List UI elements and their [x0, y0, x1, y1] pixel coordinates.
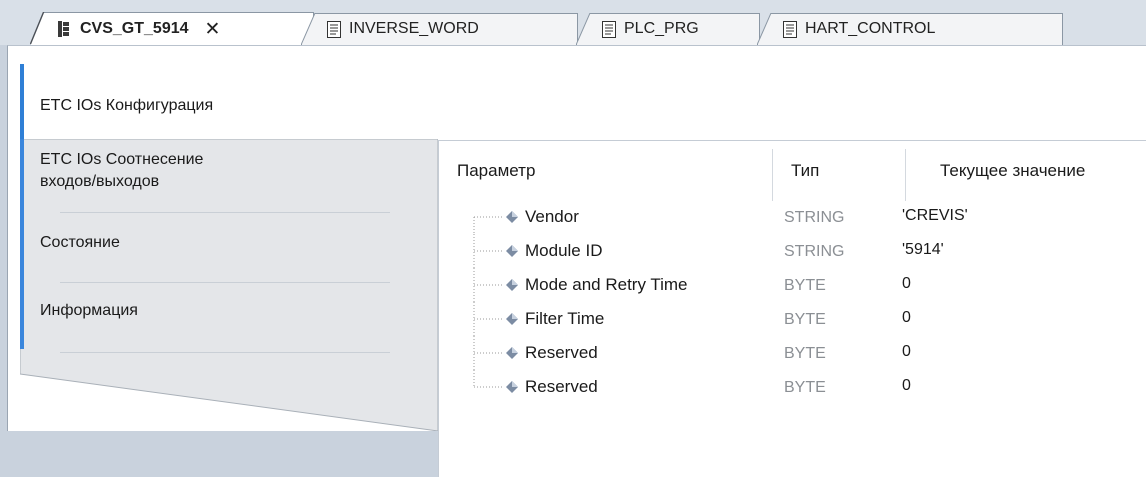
table-row[interactable]: Reserved BYTE 0: [439, 336, 1146, 370]
param-name: Reserved: [525, 377, 598, 396]
column-divider: [905, 149, 906, 201]
param-type: BYTE: [784, 345, 826, 362]
sidebar-item-label: Состояние: [40, 234, 120, 251]
table-row[interactable]: Vendor STRING 'CREVIS': [439, 200, 1146, 234]
tree-connector: [473, 370, 502, 388]
document-icon: [327, 20, 341, 38]
sidebar-item-io-mapping[interactable]: ETC IOs Соотнесение входов/выходов: [20, 139, 438, 214]
param-value[interactable]: 0: [902, 275, 911, 293]
column-header-parameter[interactable]: Параметр: [457, 161, 535, 181]
tab-label: CVS_GT_5914: [80, 20, 189, 37]
close-icon[interactable]: ✕: [205, 20, 221, 39]
sidebar-item-label: ETC IOs Конфигурация: [40, 97, 214, 114]
config-sidebar: ETC IOs Конфигурация ETC IOs Соотнесение…: [20, 64, 442, 431]
table-row[interactable]: Filter Time BYTE 0: [439, 302, 1146, 336]
parameter-icon: [506, 313, 518, 325]
column-divider: [772, 149, 773, 201]
tab-hart-control[interactable]: HART_CONTROL: [757, 13, 1063, 45]
table-row[interactable]: Mode and Retry Time BYTE 0: [439, 268, 1146, 302]
editor-tab-strip: CVS_GT_5914 ✕ INVERSE_WORD PLC_PRG HART_…: [0, 0, 1146, 46]
sidebar-item-label: входов/выходов: [40, 173, 160, 190]
document-icon: [602, 20, 616, 38]
sidebar-item-information[interactable]: Информация: [20, 284, 438, 349]
param-type: BYTE: [784, 277, 826, 294]
divider: [60, 212, 390, 213]
tree-connector: [473, 336, 502, 370]
tab-plc-prg[interactable]: PLC_PRG: [576, 13, 760, 45]
parameter-icon: [506, 381, 518, 393]
table-row[interactable]: Reserved BYTE 0: [439, 370, 1146, 404]
param-type: STRING: [784, 209, 845, 226]
param-name: Reserved: [525, 343, 598, 362]
param-value[interactable]: 0: [902, 309, 911, 327]
parameter-icon: [506, 279, 518, 291]
tree-connector: [473, 268, 502, 302]
parameter-icon: [506, 347, 518, 359]
tab-label: PLC_PRG: [624, 20, 699, 37]
param-value[interactable]: 0: [902, 377, 911, 395]
tab-label: HART_CONTROL: [805, 20, 936, 37]
param-value[interactable]: 'CREVIS': [902, 207, 968, 225]
column-header-value[interactable]: Текущее значение: [940, 161, 1085, 181]
sidebar-item-label: ETC IOs Соотнесение: [40, 151, 204, 168]
device-icon: [58, 21, 69, 37]
tab-inverse-word[interactable]: INVERSE_WORD: [301, 13, 578, 45]
tab-cvs-gt-5914[interactable]: CVS_GT_5914 ✕: [30, 12, 314, 46]
tree-connector: [473, 234, 502, 268]
table-row[interactable]: Module ID STRING '5914': [439, 234, 1146, 268]
column-header-type[interactable]: Тип: [791, 161, 819, 181]
param-name: Mode and Retry Time: [525, 275, 688, 294]
param-value[interactable]: '5914': [902, 241, 944, 259]
param-name: Filter Time: [525, 309, 605, 328]
param-name: Vendor: [525, 207, 579, 226]
tab-label: INVERSE_WORD: [349, 20, 479, 37]
divider: [60, 282, 390, 283]
param-type: BYTE: [784, 379, 826, 396]
sidebar-item-label: Информация: [40, 302, 138, 319]
param-type: BYTE: [784, 311, 826, 328]
param-value[interactable]: 0: [902, 343, 911, 361]
param-type: STRING: [784, 243, 845, 260]
sidebar-item-status[interactable]: Состояние: [20, 214, 438, 274]
document-icon: [783, 20, 797, 38]
parameter-icon: [506, 211, 518, 223]
param-name: Module ID: [525, 241, 603, 260]
tree-connector: [473, 216, 502, 234]
editor-panel: ETC IOs Конфигурация ETC IOs Соотнесение…: [7, 45, 1146, 477]
divider: [60, 352, 390, 353]
sidebar-item-configuration[interactable]: ETC IOs Конфигурация: [20, 64, 442, 139]
parameter-icon: [506, 245, 518, 257]
parameter-table: Параметр Тип Текущее значение Vendor STR…: [438, 140, 1146, 477]
tree-connector: [473, 302, 502, 336]
